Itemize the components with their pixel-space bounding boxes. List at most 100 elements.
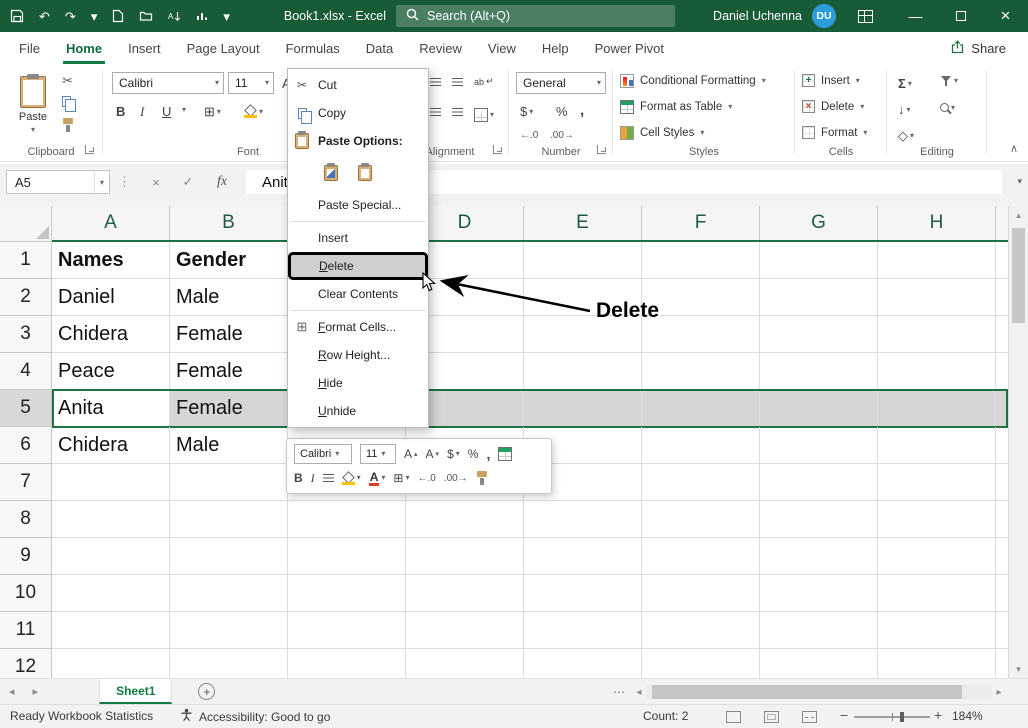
accessibility-status-button[interactable]: Accessibility: Good to go bbox=[180, 708, 330, 725]
zoom-in-button[interactable]: + bbox=[934, 707, 942, 723]
menu-item-format-cells[interactable]: ⊞Format Cells... bbox=[288, 313, 428, 341]
paste-keep-source-formatting-button[interactable] bbox=[318, 160, 344, 186]
paste-values-button[interactable] bbox=[352, 160, 378, 186]
cell-h4[interactable] bbox=[878, 353, 996, 390]
cell-b9[interactable] bbox=[170, 538, 288, 575]
mini-fill-color-button[interactable]: ▾ bbox=[342, 472, 361, 485]
customize-toolbar-icon[interactable]: ▾ bbox=[223, 10, 230, 23]
comma-style-button[interactable]: , bbox=[580, 102, 584, 119]
column-header-e[interactable]: E bbox=[524, 206, 642, 240]
cell-g3[interactable] bbox=[760, 316, 878, 353]
cell-e1[interactable] bbox=[524, 242, 642, 279]
cell-d9[interactable] bbox=[406, 538, 524, 575]
sheet-nav-left-arrow[interactable]: ◂ bbox=[0, 685, 24, 698]
sheet-nav-right-arrow[interactable]: ▸ bbox=[24, 685, 48, 698]
open-folder-icon[interactable] bbox=[139, 10, 153, 22]
increase-decimal-button[interactable]: ←.0 bbox=[520, 130, 538, 141]
cell-h9[interactable] bbox=[878, 538, 996, 575]
number-dialog-launcher[interactable] bbox=[597, 145, 606, 154]
cell-d11[interactable] bbox=[406, 612, 524, 649]
select-all-corner[interactable] bbox=[0, 206, 52, 242]
cell-g5[interactable] bbox=[760, 390, 878, 427]
borders-button[interactable]: ⊞▾ bbox=[204, 104, 221, 120]
scroll-down-arrow[interactable]: ▾ bbox=[1009, 660, 1028, 678]
menu-item-unhide[interactable]: Unhide bbox=[288, 397, 428, 425]
mini-align-button[interactable] bbox=[323, 474, 334, 483]
font-size-select[interactable]: 11▾ bbox=[228, 72, 274, 94]
menu-item-paste-special[interactable]: Paste Special... bbox=[288, 191, 428, 219]
accounting-format-button[interactable]: $▾ bbox=[520, 104, 533, 119]
menu-item-clear-contents[interactable]: Clear Contents bbox=[288, 280, 428, 308]
minimize-button[interactable]: — bbox=[893, 0, 938, 32]
cell-b4[interactable]: Female bbox=[170, 353, 288, 390]
cell-f6[interactable] bbox=[642, 427, 760, 464]
tab-scroll-dots[interactable]: ⋯ bbox=[613, 685, 625, 699]
mini-bold-button[interactable]: B bbox=[294, 471, 303, 485]
page-layout-view-button[interactable] bbox=[764, 711, 779, 723]
cell-e10[interactable] bbox=[524, 575, 642, 612]
cell-g12[interactable] bbox=[760, 649, 878, 678]
cell-b7[interactable] bbox=[170, 464, 288, 501]
tab-file[interactable]: File bbox=[6, 32, 53, 64]
name-box[interactable]: A5▾ bbox=[6, 170, 110, 194]
mini-grow-font-button[interactable]: A▴ bbox=[404, 447, 418, 461]
cell-f9[interactable] bbox=[642, 538, 760, 575]
number-format-select[interactable]: General▾ bbox=[516, 72, 606, 94]
cell-c10[interactable] bbox=[288, 575, 406, 612]
tab-formulas[interactable]: Formulas bbox=[273, 32, 353, 64]
cell-a4[interactable]: Peace bbox=[52, 353, 170, 390]
cell-c8[interactable] bbox=[288, 501, 406, 538]
cell-g7[interactable] bbox=[760, 464, 878, 501]
cell-b5[interactable]: Female bbox=[170, 390, 288, 427]
align-left-button[interactable] bbox=[430, 78, 441, 87]
tab-help[interactable]: Help bbox=[529, 32, 582, 64]
cell-h6[interactable] bbox=[878, 427, 996, 464]
row-header-1[interactable]: 1 bbox=[0, 242, 52, 279]
row-header-6[interactable]: 6 bbox=[0, 427, 52, 464]
find-select-button[interactable]: ▾ bbox=[940, 103, 955, 112]
scroll-right-arrow[interactable]: ▸ bbox=[992, 687, 1006, 698]
mini-percent-button[interactable]: % bbox=[468, 447, 479, 461]
cell-a3[interactable]: Chidera bbox=[52, 316, 170, 353]
insert-cells-button[interactable]: Insert▾ bbox=[802, 74, 860, 87]
tab-page-layout[interactable]: Page Layout bbox=[174, 32, 273, 64]
cell-a12[interactable] bbox=[52, 649, 170, 678]
menu-item-insert[interactable]: Insert bbox=[288, 224, 428, 252]
underline-options-chevron[interactable]: ▾ bbox=[182, 106, 186, 114]
tab-insert[interactable]: Insert bbox=[115, 32, 174, 64]
cell-g9[interactable] bbox=[760, 538, 878, 575]
column-header-b[interactable]: B bbox=[170, 206, 288, 240]
mini-format-painter-button[interactable] bbox=[476, 471, 488, 485]
cell-f3[interactable] bbox=[642, 316, 760, 353]
format-cells-button[interactable]: Format▾ bbox=[802, 126, 867, 139]
mini-accounting-button[interactable]: $▾ bbox=[447, 447, 460, 461]
tab-power-pivot[interactable]: Power Pivot bbox=[582, 32, 677, 64]
delete-cells-button[interactable]: Delete▾ bbox=[802, 100, 864, 113]
paste-button[interactable]: Paste ▾ bbox=[10, 70, 56, 140]
increase-indent-button[interactable] bbox=[452, 108, 463, 117]
cell-a7[interactable] bbox=[52, 464, 170, 501]
cell-g1[interactable] bbox=[760, 242, 878, 279]
cell-a5[interactable]: Anita bbox=[52, 390, 170, 427]
user-name[interactable]: Daniel Uchenna bbox=[713, 9, 802, 23]
cell-b1[interactable]: Gender bbox=[170, 242, 288, 279]
cell-e11[interactable] bbox=[524, 612, 642, 649]
vertical-scrollbar[interactable]: ▴ ▾ bbox=[1008, 206, 1028, 678]
format-painter-button[interactable] bbox=[62, 118, 74, 132]
zoom-slider[interactable] bbox=[854, 716, 930, 718]
menu-item-row-height[interactable]: Row Height... bbox=[288, 341, 428, 369]
scroll-up-arrow[interactable]: ▴ bbox=[1009, 206, 1028, 224]
row-header-7[interactable]: 7 bbox=[0, 464, 52, 501]
maximize-button[interactable] bbox=[938, 0, 983, 32]
cell-g2[interactable] bbox=[760, 279, 878, 316]
clear-button[interactable]: ◇▾ bbox=[898, 128, 914, 144]
cell-e8[interactable] bbox=[524, 501, 642, 538]
mini-font-name-select[interactable]: Calibri▾ bbox=[294, 444, 352, 464]
menu-item-delete[interactable]: Delete bbox=[288, 252, 428, 280]
cell-a9[interactable] bbox=[52, 538, 170, 575]
cell-f5[interactable] bbox=[642, 390, 760, 427]
cell-f11[interactable] bbox=[642, 612, 760, 649]
cell-f2[interactable] bbox=[642, 279, 760, 316]
horizontal-scrollbar[interactable]: ◂ ▸ bbox=[632, 682, 1006, 702]
save-icon[interactable] bbox=[10, 9, 24, 23]
